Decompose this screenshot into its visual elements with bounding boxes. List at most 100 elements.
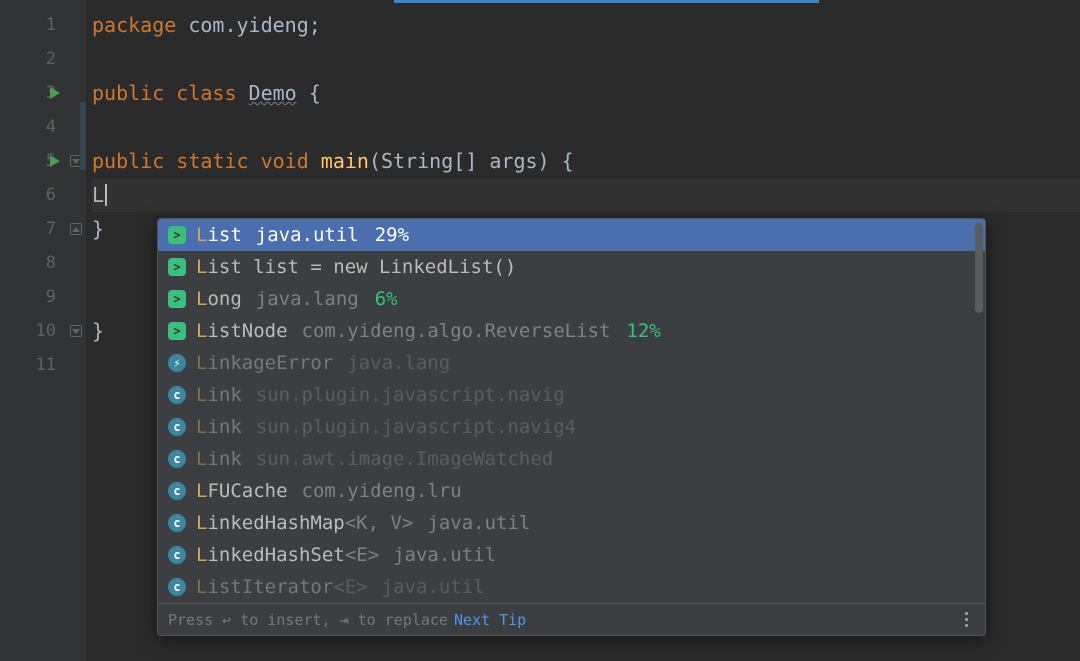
popup-scrollbar[interactable]: [975, 223, 983, 313]
keyword-public: public: [92, 81, 164, 105]
completion-detail: sun.plugin.javascript.navig: [256, 384, 565, 406]
code-line-5: public static void main(String[] args) {: [92, 144, 1080, 178]
completion-text: Link: [196, 384, 242, 406]
line-number: 8: [24, 253, 56, 273]
completion-percent: 29%: [375, 224, 409, 246]
gutter-line-10[interactable]: 10: [0, 314, 86, 348]
code-line-6-current[interactable]: L: [92, 178, 1080, 212]
brace-open-2: {: [550, 149, 574, 173]
completion-popup[interactable]: > List java.util 29% > List list = new Linked…: [157, 218, 986, 636]
class-icon: c: [168, 546, 186, 564]
completion-detail: java.lang: [347, 352, 450, 374]
completion-text: LinkageError: [196, 352, 333, 374]
method-main: main: [321, 149, 369, 173]
gutter-line-1[interactable]: 1: [0, 8, 86, 42]
footer-hint: Press ↩ to insert, ⇥ to replace: [168, 611, 448, 629]
live-template-icon: >: [168, 322, 186, 340]
completion-item[interactable]: ⚡LinkageErrorjava.lang: [158, 347, 985, 379]
completion-item[interactable]: c Link sun.plugin.javascript.navig4: [158, 411, 985, 443]
keyword-static: static: [164, 149, 248, 173]
completion-text: ListNode: [196, 320, 288, 342]
completion-item[interactable]: > Long java.lang 6%: [158, 283, 985, 315]
run-icon[interactable]: [50, 155, 60, 167]
gutter-line-3[interactable]: 3: [0, 76, 86, 110]
completion-item[interactable]: c ListIterator<E> java.util: [158, 571, 985, 603]
live-template-icon: >: [168, 226, 186, 244]
run-icon[interactable]: [50, 87, 60, 99]
line-number: 11: [24, 355, 56, 375]
more-icon[interactable]: [957, 611, 975, 629]
code-line-1: package com.yideng;: [92, 8, 1080, 42]
completion-detail: java.util: [382, 576, 485, 598]
brace-close-2: }: [92, 319, 104, 343]
live-template-icon: >: [168, 258, 186, 276]
keyword-class: class: [164, 81, 248, 105]
keyword-package: package: [92, 13, 176, 37]
completion-percent: 6%: [375, 288, 398, 310]
line-number: 6: [24, 185, 56, 205]
gutter: 1 2 3 4 5 6 7 8 9 10 11: [0, 0, 86, 661]
typed-text: L: [92, 183, 104, 207]
class-icon: c: [168, 514, 186, 532]
gutter-line-5[interactable]: 5: [0, 144, 86, 178]
completion-item[interactable]: c LinkedHashSet<E> java.util: [158, 539, 985, 571]
completion-detail: java.util: [393, 544, 496, 566]
class-icon: c: [168, 418, 186, 436]
completion-detail: sun.awt.image.ImageWatched: [256, 448, 553, 470]
completion-item[interactable]: c LinkedHashMap<K, V> java.util: [158, 507, 985, 539]
completion-item[interactable]: > List java.util 29%: [158, 219, 985, 251]
gutter-line-6[interactable]: 6: [0, 178, 86, 212]
class-icon: c: [168, 450, 186, 468]
completion-list[interactable]: > List java.util 29% > List list = new Linked…: [158, 219, 985, 603]
gutter-line-4[interactable]: 4: [0, 110, 86, 144]
completion-detail: sun.plugin.javascript.navig4: [256, 416, 576, 438]
gutter-line-11[interactable]: 11: [0, 348, 86, 382]
line-number: 2: [24, 49, 56, 69]
completion-item[interactable]: > List list = new LinkedList(): [158, 251, 985, 283]
code-line-2: [92, 42, 1080, 76]
semicolon: ;: [309, 13, 321, 37]
keyword-public2: public: [92, 149, 164, 173]
live-template-icon: >: [168, 290, 186, 308]
completion-text: Long: [196, 288, 242, 310]
completion-item[interactable]: c Link sun.awt.image.ImageWatched: [158, 443, 985, 475]
line-number: 4: [24, 117, 56, 137]
completion-detail: java.util: [256, 224, 359, 246]
main-params: (String[] args): [369, 149, 550, 173]
line-number: 7: [24, 219, 56, 239]
class-name: Demo: [249, 81, 297, 105]
completion-detail: com.yideng.lru: [302, 480, 462, 502]
class-icon: c: [168, 386, 186, 404]
completion-text: ListIterator<E>: [196, 576, 368, 598]
brace-open: {: [297, 81, 321, 105]
next-tip-link[interactable]: Next Tip: [454, 611, 526, 629]
completion-text: List list = new LinkedList(): [196, 256, 516, 278]
code-line-4: [92, 110, 1080, 144]
completion-item[interactable]: >ListNodecom.yideng.algo.ReverseList12%: [158, 315, 985, 347]
brace-close: }: [92, 217, 104, 241]
popup-footer: Press ↩ to insert, ⇥ to replace Next Tip: [158, 603, 985, 635]
gutter-line-9[interactable]: 9: [0, 280, 86, 314]
completion-text: LinkedHashSet<E>: [196, 544, 379, 566]
change-marker: [80, 102, 86, 170]
fold-icon[interactable]: [70, 223, 82, 235]
gutter-line-7[interactable]: 7: [0, 212, 86, 246]
completion-text: Link: [196, 448, 242, 470]
completion-detail: java.util: [427, 512, 530, 534]
package-name: com.yideng: [176, 13, 308, 37]
line-number: 9: [24, 287, 56, 307]
line-number: 10: [24, 321, 56, 341]
completion-detail: java.lang: [256, 288, 359, 310]
completion-item[interactable]: cLFUCachecom.yideng.lru: [158, 475, 985, 507]
fold-icon[interactable]: [70, 325, 82, 337]
completion-text: LinkedHashMap<K, V>: [196, 512, 413, 534]
gutter-line-8[interactable]: 8: [0, 246, 86, 280]
completion-text: Link: [196, 416, 242, 438]
keyword-void: void: [249, 149, 321, 173]
gutter-line-2[interactable]: 2: [0, 42, 86, 76]
class-icon: c: [168, 482, 186, 500]
line-number: 1: [24, 15, 56, 35]
completion-item[interactable]: c Link sun.plugin.javascript.navig: [158, 379, 985, 411]
completion-text: List: [196, 224, 242, 246]
class-icon: c: [168, 578, 186, 596]
